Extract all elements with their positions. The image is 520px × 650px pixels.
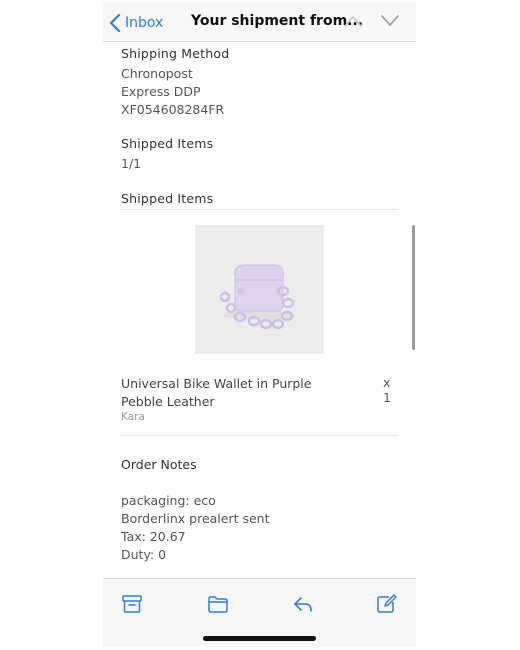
shipped-items-count-title: Shipped Items xyxy=(121,136,214,151)
item-name: Universal Bike Wallet in Purple Pebble L… xyxy=(121,376,312,409)
divider xyxy=(121,209,398,210)
back-to-inbox-button[interactable]: Inbox xyxy=(109,12,163,34)
compose-icon[interactable] xyxy=(376,594,398,614)
order-note-line: Borderlinx prealert sent xyxy=(121,511,270,526)
folder-icon[interactable] xyxy=(207,594,229,614)
order-note-line: Tax: 20.67 xyxy=(121,529,186,544)
chevron-down-icon[interactable] xyxy=(380,14,400,28)
home-indicator[interactable] xyxy=(203,636,316,641)
shipping-method-title: Shipping Method xyxy=(121,46,230,61)
order-notes: packaging: eco Borderlinx prealert sent … xyxy=(121,492,270,564)
back-label: Inbox xyxy=(125,15,164,31)
chevron-left-icon xyxy=(109,14,121,32)
message-subject: Your shipment from... xyxy=(191,13,364,29)
order-note-line: Duty: 0 xyxy=(121,547,167,562)
shipping-service: Express DDP xyxy=(121,84,201,99)
order-notes-title: Order Notes xyxy=(121,457,197,472)
mail-screen: Inbox Your shipment from... Shipping Met… xyxy=(103,3,416,647)
reply-icon[interactable] xyxy=(292,594,314,614)
item-brand: Kara xyxy=(121,411,145,423)
scrollbar[interactable] xyxy=(412,225,415,350)
bottom-toolbar xyxy=(103,578,416,647)
shipped-items-title: Shipped Items xyxy=(121,191,214,206)
chevron-up-icon[interactable] xyxy=(343,14,363,28)
item-quantity: x 1 xyxy=(383,375,391,405)
shipping-carrier: Chronopost xyxy=(121,66,193,81)
tracking-number: XF054608284FR xyxy=(121,102,225,117)
shipped-count-section: Shipped Items 1/1 xyxy=(121,136,213,173)
archive-icon[interactable] xyxy=(121,594,143,614)
order-note-line: packaging: eco xyxy=(121,493,216,508)
shipped-items-count: 1/1 xyxy=(121,156,142,171)
product-image xyxy=(195,225,324,354)
divider xyxy=(121,435,398,436)
shipping-method-section: Shipping Method Chronopost Express DDP X… xyxy=(121,46,229,119)
nav-bar: Inbox Your shipment from... xyxy=(103,3,416,42)
